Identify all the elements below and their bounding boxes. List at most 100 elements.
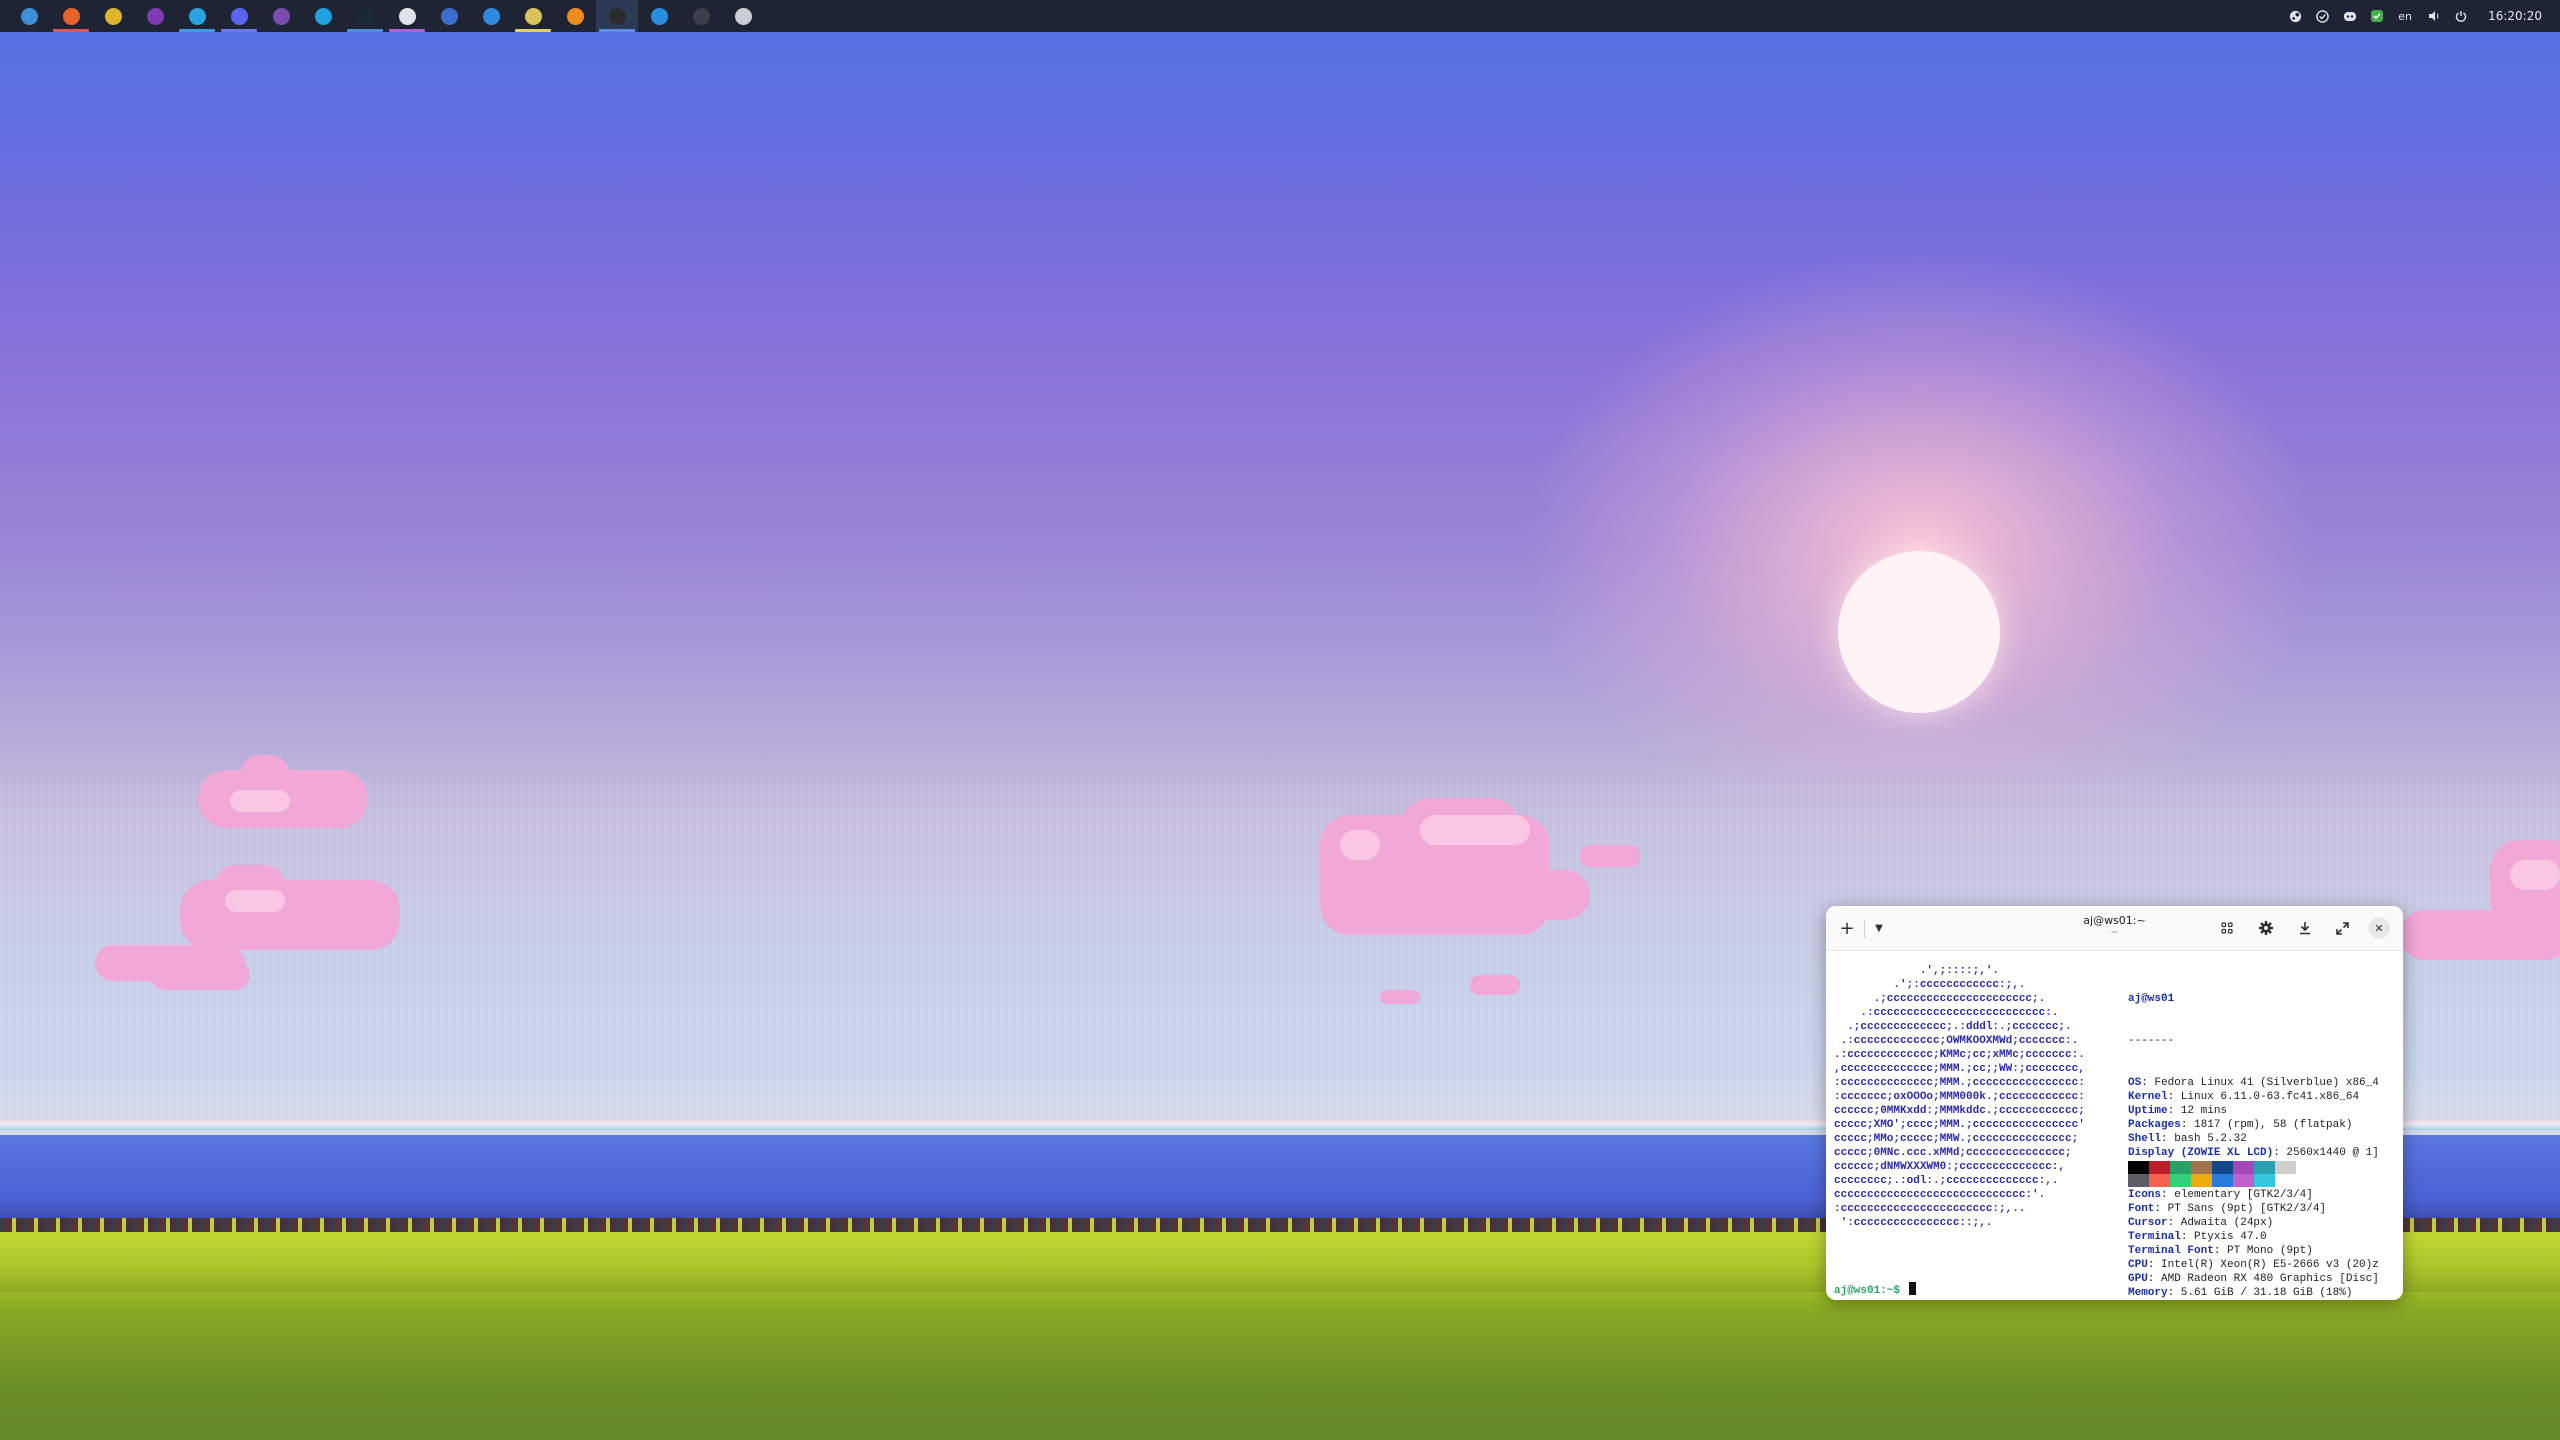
text-editor-icon <box>440 7 458 25</box>
logo-line: ccccc;XMO';cccc;MMM.;cccccccccccccccc' <box>1834 1119 2085 1131</box>
maximize-icon <box>2335 921 2349 935</box>
volume-icon[interactable] <box>2420 0 2447 32</box>
power-icon[interactable] <box>2447 0 2474 32</box>
logo-line: ccccc;MMo;ccccc;MMW.;ccccccccccccccc; <box>1834 1133 2079 1145</box>
info-value: : PT Mono (9pt) <box>2213 1245 2313 1257</box>
info-row: GPU: AMD Radeon RX 480 Graphics [Disc] <box>2128 1272 2379 1286</box>
fedora-ascii-logo: .',;::::;,'. .';:cccccccccccc:;,. .;cccc… <box>1834 964 2085 1230</box>
info-value: : PT Sans (9pt) [GTK2/3/4] <box>2154 1203 2327 1215</box>
clock[interactable]: 16:20:20 <box>2488 9 2542 23</box>
files-icon <box>398 7 416 25</box>
info-row: Shell: bash 5.2.32 <box>2128 1132 2379 1146</box>
logo-line: .;ccccccccccccc;.:dddl:.;ccccccc;. <box>1834 1021 2072 1033</box>
taskbar-app-1[interactable] <box>50 0 92 32</box>
security-shield-icon[interactable] <box>2363 0 2390 32</box>
steam-icon <box>356 7 374 25</box>
info-key: Icons <box>2128 1189 2162 1201</box>
taskbar-app-15[interactable] <box>638 0 680 32</box>
palette-swatch-bright <box>2275 1174 2296 1187</box>
gear-icon <box>2259 921 2273 935</box>
info-value: : elementary [GTK2/3/4] <box>2161 1189 2313 1201</box>
info-row: CPU: Intel(R) Xeon(R) E5-2666 v3 (20)z <box>2128 1258 2379 1272</box>
taskbar-app-2[interactable] <box>92 0 134 32</box>
chrome-icon <box>104 7 122 25</box>
taskbar-app-14[interactable] <box>596 0 638 32</box>
fedora-icon <box>20 7 38 25</box>
logo-line: cccccc;0MMKxdd:;MMMkddc.;cccccccccccc; <box>1834 1105 2085 1117</box>
taskbar-app-3[interactable] <box>134 0 176 32</box>
droplet-icon <box>482 7 500 25</box>
info-row: OS: Fedora Linux 41 (Silverblue) x86_4 <box>2128 1076 2379 1090</box>
logo-line: .;cccccccccccccccccccccc;. <box>1834 993 2046 1005</box>
palette-swatch-bright <box>2170 1174 2191 1187</box>
palette-swatch-bright <box>2233 1174 2254 1187</box>
taskbar-app-7[interactable] <box>302 0 344 32</box>
taskbar-app-11[interactable] <box>470 0 512 32</box>
taskbar-app-9[interactable] <box>386 0 428 32</box>
discord-icon <box>230 7 248 25</box>
logo-line: :cccccccccccccc;MMM.;cccccccccccccccc: <box>1834 1077 2085 1089</box>
text-cursor <box>1908 1282 1916 1295</box>
logo-line: ccccccccccccccccccccccccccccc:'. <box>1834 1189 2046 1201</box>
info-row: Terminal: Ptyxis 47.0 <box>2128 1230 2379 1244</box>
user-host: aj@ws01 <box>2128 993 2175 1005</box>
taskbar-app-12[interactable] <box>512 0 554 32</box>
taskbar-app-0[interactable] <box>8 0 50 32</box>
terminal-headerbar[interactable]: + ▼ aj@ws01:~ ~ ✕ <box>1826 906 2403 951</box>
logo-line: cccccc;dNMWXXXWM0:;cccccccccccccc:, <box>1834 1161 2066 1173</box>
palette-swatch-bright <box>2128 1174 2149 1187</box>
info-value: : Adwaita (24px) <box>2167 1217 2274 1229</box>
download-button[interactable] <box>2292 915 2318 941</box>
close-button[interactable]: ✕ <box>2368 917 2390 939</box>
disks-icon <box>734 7 752 25</box>
info-key: Packages <box>2128 1119 2181 1131</box>
info-row: Terminal Font: PT Mono (9pt) <box>2128 1244 2379 1258</box>
info-key: GPU <box>2128 1273 2148 1285</box>
info-value: : Ptyxis 47.0 <box>2180 1231 2267 1243</box>
info-value: : 2560x1440 @ 1] <box>2273 1147 2379 1159</box>
settings-button[interactable] <box>2253 915 2279 941</box>
info-key: Display (ZOWIE XL LCD) <box>2128 1147 2274 1159</box>
logo-line: .';:cccccccccccc:;,. <box>1834 979 2026 991</box>
info-value: : AMD Radeon RX 480 Graphics [Disc] <box>2147 1273 2379 1285</box>
sun-glow <box>1520 250 2320 850</box>
running-indicator <box>221 29 257 32</box>
info-key: Terminal <box>2128 1231 2181 1243</box>
info-value: : Fedora Linux 41 (Silverblue) x86_4 <box>2141 1077 2379 1089</box>
running-indicator <box>599 29 635 32</box>
taskbar-app-13[interactable] <box>554 0 596 32</box>
info-key: Shell <box>2128 1133 2162 1145</box>
palette-swatch <box>2191 1161 2212 1174</box>
taskbar-app-6[interactable] <box>260 0 302 32</box>
terminal-window[interactable]: + ▼ aj@ws01:~ ~ ✕ .',;::::;,'. .';:ccccc… <box>1826 906 2403 1300</box>
taskbar-app-16[interactable] <box>680 0 722 32</box>
palette-swatch <box>2275 1161 2296 1174</box>
ghost-app-icon <box>272 7 290 25</box>
system-monitor-icon <box>692 7 710 25</box>
language-indicator[interactable]: en <box>2390 0 2420 32</box>
logo-line: ccccc;0MNc.ccc.xMMd;ccccccccccccccc; <box>1834 1147 2072 1159</box>
shell-prompt[interactable]: aj@ws01:~$ <box>1834 1282 1916 1298</box>
system-tray: en 16:20:20 <box>2282 0 2560 32</box>
discord-tray-icon[interactable] <box>2336 0 2363 32</box>
info-key: CPU <box>2128 1259 2148 1271</box>
logo-line: .:cccccccccccccccccccccccccc:. <box>1834 1007 2059 1019</box>
checkmark-tray-icon[interactable] <box>2309 0 2336 32</box>
info-value: : 12 mins <box>2167 1105 2228 1117</box>
maximize-button[interactable] <box>2329 915 2355 941</box>
taskbar-app-4[interactable] <box>176 0 218 32</box>
taskbar-app-5[interactable] <box>218 0 260 32</box>
tab-overview-button[interactable] <box>2214 915 2240 941</box>
taskbar-app-10[interactable] <box>428 0 470 32</box>
steam-tray-icon[interactable] <box>2282 0 2309 32</box>
taskbar-app-8[interactable] <box>344 0 386 32</box>
terminal-output[interactable]: .',;::::;,'. .';:cccccccccccc:;,. .;cccc… <box>1826 952 2403 1300</box>
palette-swatch-bright <box>2149 1174 2170 1187</box>
info-key: OS <box>2128 1077 2142 1089</box>
taskbar-apps <box>0 0 764 32</box>
running-indicator <box>347 29 383 32</box>
taskbar-app-17[interactable] <box>722 0 764 32</box>
running-indicator <box>179 29 215 32</box>
palette-swatch-bright <box>2212 1174 2233 1187</box>
